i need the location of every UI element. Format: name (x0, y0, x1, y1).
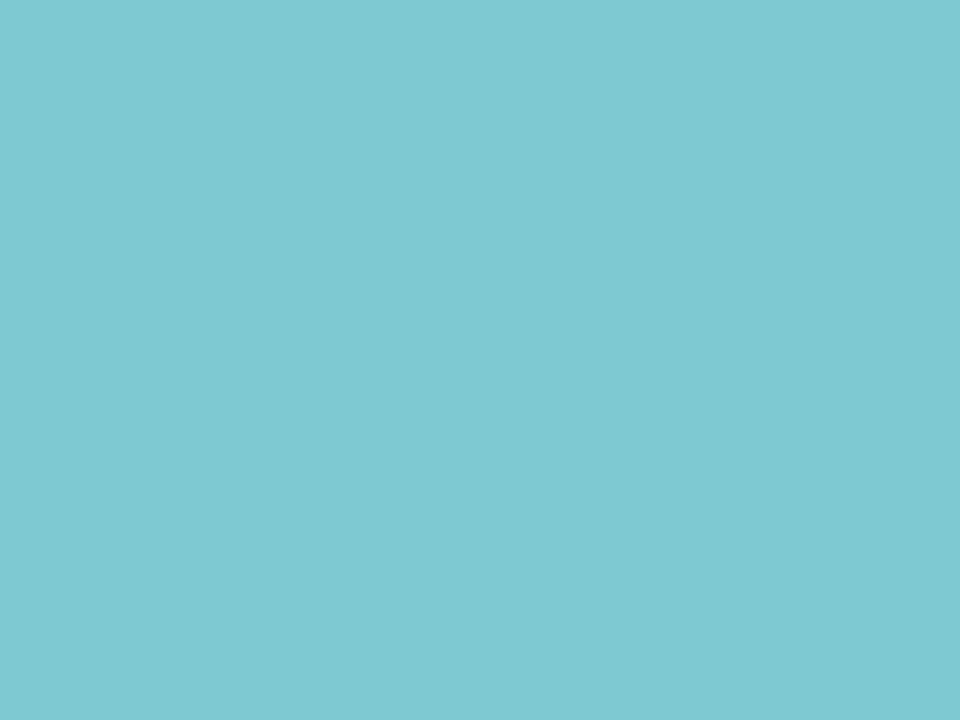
poster-root: Interconnect phone navigation system By … (0, 0, 960, 720)
bottom-accent-band-edge (0, 0, 960, 720)
